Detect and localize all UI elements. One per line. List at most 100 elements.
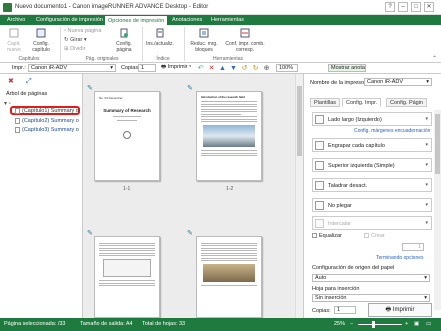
count-stepper[interactable]: 1 bbox=[402, 243, 424, 251]
printer-icon: 🖶 bbox=[385, 307, 392, 313]
edit-pencil-icon[interactable]: ✎ bbox=[187, 84, 193, 92]
collapse-ribbon-icon[interactable]: ⌃ bbox=[432, 55, 437, 62]
expand-icon[interactable]: ⤢ bbox=[26, 78, 32, 86]
paper-origin-label: Configuración de origen del papel bbox=[312, 265, 395, 271]
group-label-indice: Índice bbox=[156, 56, 170, 62]
tab-opciones-impresion[interactable]: Opciones de impresión bbox=[104, 15, 169, 25]
tab-archivo[interactable]: Archivo bbox=[4, 15, 28, 25]
crear-checkbox[interactable] bbox=[364, 233, 369, 238]
staple-position-select[interactable]: Superior izquierda (Simple) ▾ bbox=[312, 158, 432, 172]
printer-select[interactable]: Canon iR-ADV ▾ bbox=[28, 64, 116, 72]
selected-page-status: Página seleccionada: /33 bbox=[4, 321, 66, 327]
punch-select[interactable]: Taladrar desact. ▾ bbox=[312, 178, 432, 192]
tab-config-impr[interactable]: Config. Impr. bbox=[342, 98, 382, 107]
chevron-down-icon: ▾ bbox=[425, 142, 428, 148]
finishing-options-link[interactable]: Terminando opciones bbox=[376, 255, 424, 261]
page-2-1[interactable] bbox=[94, 236, 160, 318]
chevron-down-icon: ▾ bbox=[425, 162, 428, 168]
tree-item-chapter3[interactable]: (Capítulo3) Summary o bbox=[22, 127, 79, 133]
index-icon bbox=[156, 28, 164, 38]
zoom-in-icon[interactable]: ⊕ bbox=[262, 64, 271, 73]
binding-margin-link[interactable]: Config. márgenes encuadernación bbox=[354, 128, 430, 134]
reduc-mrg-bloques-button[interactable]: Reduc. mrg. bloques bbox=[188, 28, 220, 53]
maximize-button[interactable]: □ bbox=[411, 2, 421, 12]
window-title: Nuevo documento1 - Canon imageRUNNER ADV… bbox=[15, 4, 209, 10]
edit-pencil-icon[interactable]: ✎ bbox=[87, 84, 93, 92]
edit-pencil-icon[interactable]: ✎ bbox=[87, 229, 93, 237]
zoom-select[interactable]: 100% bbox=[276, 64, 298, 72]
config-capitulo-button[interactable]: Config. capítulo bbox=[28, 28, 54, 53]
help-button[interactable]: ? bbox=[385, 2, 395, 12]
margin-reduce-icon bbox=[199, 28, 209, 38]
minimize-button[interactable]: – bbox=[398, 2, 408, 12]
tree-item-chapter1[interactable]: (Capítulo1) Summary o bbox=[22, 108, 79, 114]
impr-label: Impr.: bbox=[12, 65, 26, 71]
equalizar-checkbox[interactable] bbox=[312, 233, 317, 238]
tab-herramientas[interactable]: Herramientas bbox=[208, 15, 247, 25]
paper-origin-select[interactable]: Auto ▾ bbox=[312, 274, 430, 282]
scrollbar-thumb[interactable] bbox=[435, 114, 440, 174]
zoom-slider[interactable] bbox=[358, 321, 402, 328]
collate-icon bbox=[315, 219, 324, 228]
close-button[interactable]: ✕ bbox=[424, 2, 434, 12]
tree-item-chapter2[interactable]: (Capítulo2) Summary o bbox=[22, 118, 79, 124]
text-line bbox=[113, 116, 141, 117]
equalizar-label: Equalizar bbox=[319, 233, 342, 239]
edit-pencil-icon[interactable]: ✎ bbox=[187, 229, 193, 237]
chapter-settings-icon bbox=[36, 28, 46, 38]
zoom-out-icon[interactable]: − bbox=[350, 321, 353, 327]
page-1-1[interactable]: No. 03 December Summary of Research bbox=[94, 91, 160, 181]
scrollbar-thumb[interactable] bbox=[297, 86, 302, 156]
settings-scrollbar[interactable] bbox=[434, 110, 441, 310]
page-canvas: ✎ No. 03 December Summary of Research 1-… bbox=[83, 74, 303, 318]
collapse-icon[interactable]: ✖ bbox=[8, 78, 14, 86]
seal-logo bbox=[123, 131, 131, 139]
capitulo-nuevo-button[interactable]: Capít. nuevo bbox=[2, 28, 26, 53]
page-2-2[interactable] bbox=[196, 236, 262, 318]
fit-page-icon[interactable]: ▣ bbox=[414, 321, 419, 327]
collate-select[interactable]: Intercalar ▾ bbox=[312, 216, 432, 230]
bottom-copies-input[interactable]: 1 bbox=[334, 306, 356, 314]
redo-arrow-icon[interactable]: ↻ bbox=[251, 64, 260, 73]
tree-root-toggle[interactable]: ▾ ▫ bbox=[4, 100, 11, 107]
zoom-level-status: 25% bbox=[334, 321, 346, 327]
move-down-icon[interactable]: ▼ bbox=[229, 64, 238, 73]
ins-actualiz-button[interactable]: Ins./actualiz. bbox=[145, 28, 175, 47]
chevron-down-icon: ▾ bbox=[424, 295, 427, 301]
bottom-print-button[interactable]: 🖶 Imprimir bbox=[368, 303, 432, 317]
dividir-button[interactable]: ⊞ Dividir bbox=[64, 46, 85, 52]
delete-icon[interactable]: ✕ bbox=[207, 64, 216, 73]
text-line bbox=[117, 120, 137, 121]
copies-input[interactable]: 1 bbox=[138, 64, 156, 72]
copies-label: Copias: bbox=[121, 65, 140, 71]
conf-impr-comb-button[interactable]: Conf. impr. comb. corresp. bbox=[222, 28, 268, 53]
tab-config-pagin[interactable]: Config. Págin bbox=[386, 98, 428, 107]
fold-select[interactable]: No plegar ▾ bbox=[312, 198, 432, 212]
tab-plantillas[interactable]: Plantillas bbox=[310, 98, 341, 107]
nueva-pagina-button[interactable]: ▫ Nueva página bbox=[64, 28, 101, 34]
fit-width-icon[interactable]: ▭ bbox=[426, 321, 431, 327]
undo-arrow-icon[interactable]: ↺ bbox=[240, 64, 249, 73]
zoom-in-icon[interactable]: + bbox=[405, 321, 408, 327]
tab-config-impresion[interactable]: Configuración de impresión bbox=[33, 15, 106, 25]
binding-select[interactable]: Lado largo (Izquierdo) ▾ bbox=[312, 112, 432, 126]
vertical-scrollbar[interactable] bbox=[295, 74, 303, 318]
zoom-slider-thumb[interactable] bbox=[372, 321, 375, 328]
girar-button[interactable]: ↻ Girar ▾ bbox=[64, 37, 87, 43]
staple-select[interactable]: Engrapar cada capítulo ▾ bbox=[312, 138, 432, 152]
config-pagina-button[interactable]: Config. página bbox=[110, 28, 138, 53]
printer-name-select[interactable]: Canon iR-ADV ▾ bbox=[364, 78, 432, 86]
ribbon: Capít. nuevo Config. capítulo ▫ Nueva pá… bbox=[0, 25, 441, 63]
punch-icon bbox=[315, 181, 324, 190]
insert-sheet-select[interactable]: Sin inserción ▾ bbox=[312, 294, 430, 302]
page-1-2[interactable]: Introduction of the research field bbox=[196, 91, 262, 181]
tab-anotaciones[interactable]: Anotaciones bbox=[169, 15, 205, 25]
undo-icon[interactable]: ↶ bbox=[196, 64, 205, 73]
print-button[interactable]: 🖶 Imprimir ▾ bbox=[159, 64, 191, 72]
output-size-status: Tamaño de salida: A4 bbox=[80, 321, 133, 327]
move-up-icon[interactable]: ▲ bbox=[218, 64, 227, 73]
page-header: Introduction of the research field bbox=[201, 95, 245, 99]
group-label-herramientas: Herramientas bbox=[212, 56, 243, 62]
mostrar-anotac-button[interactable]: Mostrar anotac. bbox=[328, 64, 366, 72]
fold-icon bbox=[315, 201, 324, 210]
